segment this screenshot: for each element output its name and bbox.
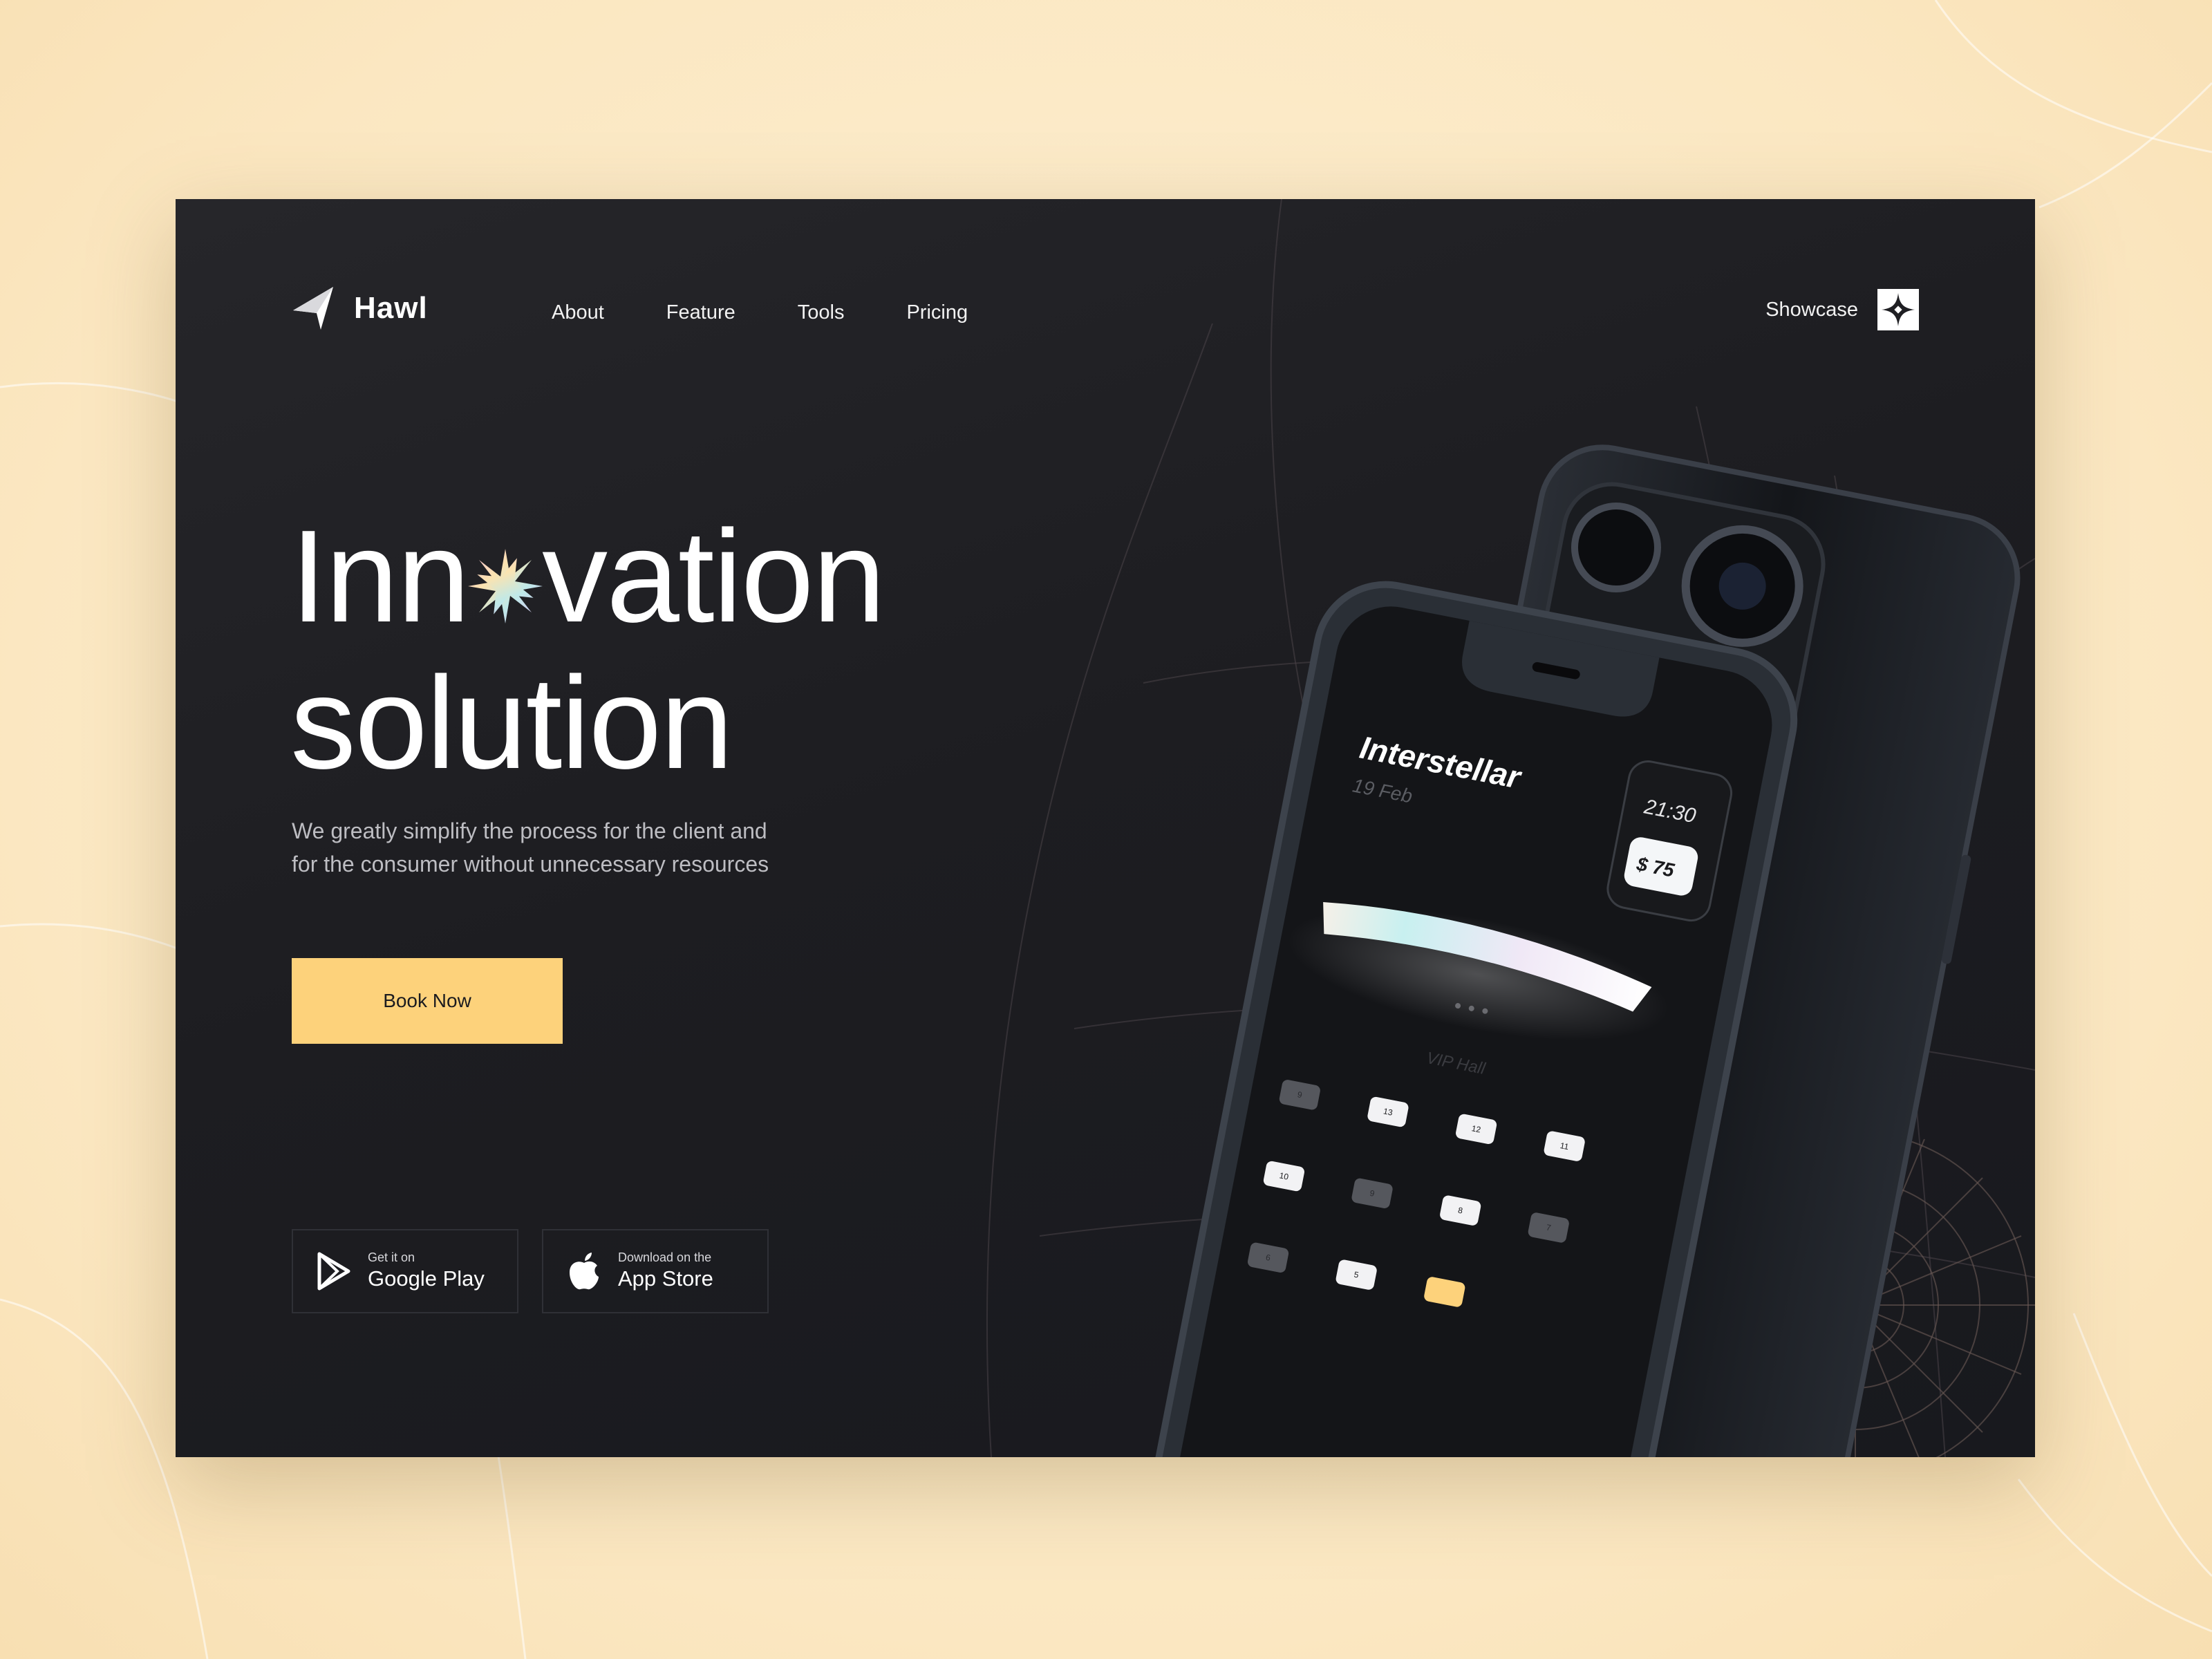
app-store-button[interactable]: Download on the App Store bbox=[542, 1229, 769, 1313]
google-play-button[interactable]: Get it on Google Play bbox=[292, 1229, 518, 1313]
app-store-text: Download on the App Store bbox=[618, 1250, 713, 1293]
starburst-icon bbox=[468, 549, 543, 624]
brand-name: Hawl bbox=[354, 291, 428, 325]
app-store-small: Download on the bbox=[618, 1250, 712, 1264]
google-play-text: Get it on Google Play bbox=[368, 1250, 485, 1293]
google-play-big: Google Play bbox=[368, 1266, 485, 1291]
app-store-big: App Store bbox=[618, 1266, 713, 1291]
main-nav: About Feature Tools Pricing bbox=[552, 301, 1030, 324]
apple-icon bbox=[570, 1253, 599, 1290]
subtitle-line-2: for the consumer without unnecessary res… bbox=[292, 852, 769, 877]
subtitle-line-1: We greatly simplify the process for the … bbox=[292, 818, 767, 843]
phone-mockup: Interstellar 19 Feb 21:30 $ 75 VIP Hall … bbox=[1141, 444, 2021, 1457]
headline-part-start: Inn bbox=[290, 503, 470, 650]
headline-line-1: Inn vation bbox=[290, 503, 885, 650]
google-play-small: Get it on bbox=[368, 1250, 415, 1264]
landing-panel: Hawl About Feature Tools Pricing Showcas… bbox=[176, 199, 2035, 1457]
nav-item-pricing[interactable]: Pricing bbox=[906, 301, 968, 324]
play-triangle-icon bbox=[317, 1252, 350, 1291]
showcase-link[interactable]: Showcase bbox=[1765, 289, 1919, 330]
hero-headline: Inn vation solution bbox=[290, 503, 885, 796]
headline-line-2: solution bbox=[290, 650, 733, 796]
nav-item-tools[interactable]: Tools bbox=[798, 301, 845, 324]
book-now-button[interactable]: Book Now bbox=[292, 958, 563, 1044]
headline-part-end: vation bbox=[542, 503, 885, 650]
paper-plane-icon bbox=[293, 287, 333, 330]
showcase-label: Showcase bbox=[1765, 298, 1858, 321]
four-point-star-icon bbox=[1877, 289, 1919, 330]
nav-item-feature[interactable]: Feature bbox=[666, 301, 735, 324]
hero-subtitle: We greatly simplify the process for the … bbox=[292, 814, 845, 881]
nav-item-about[interactable]: About bbox=[552, 301, 604, 324]
brand-logo[interactable]: Hawl bbox=[293, 285, 428, 331]
